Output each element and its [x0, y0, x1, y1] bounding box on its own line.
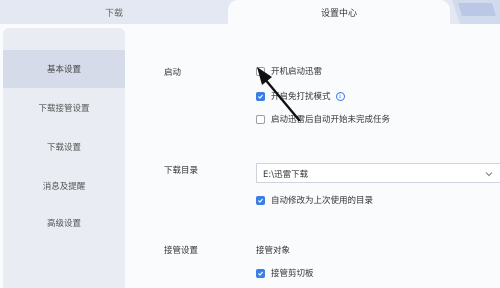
tab-settings[interactable]: 设置中心 — [228, 0, 450, 24]
option-label: 开启免打扰模式 — [271, 92, 331, 102]
tab-decoration — [452, 0, 500, 24]
settings-sidebar: 基本设置 下载接管设置 下载设置 消息及提醒 高级设置 — [3, 28, 125, 288]
sidebar-item-advanced[interactable]: 高级设置 — [3, 204, 125, 242]
sidebar-item-download[interactable]: 下载设置 — [3, 128, 125, 166]
chevron-down-icon[interactable] — [484, 169, 494, 179]
download-dir-value: E:\迅雷下载 — [263, 170, 309, 180]
startup-on-boot-option[interactable]: 开机启动迅雷 — [256, 65, 322, 77]
download-dir-label: 下载目录 — [164, 166, 199, 176]
auto-change-dir-option[interactable]: 自动修改为上次使用的目录 — [256, 194, 373, 206]
startup-label: 启动 — [164, 68, 182, 78]
tab-downloads[interactable]: 下载 — [0, 0, 228, 24]
info-icon[interactable]: i — [335, 91, 345, 101]
takeover-clipboard-option[interactable]: 接管剪切板 — [256, 267, 314, 279]
tab-bar: 下载 设置中心 — [0, 0, 500, 24]
checkbox-checked[interactable] — [256, 91, 265, 101]
do-not-disturb-option[interactable]: 开启免打扰模式 i — [256, 90, 345, 102]
check-icon — [258, 94, 264, 99]
auto-resume-option[interactable]: 启动迅雷后自动开始未完成任务 — [256, 113, 390, 125]
option-label: 接管剪切板 — [271, 269, 314, 279]
download-dir-select[interactable]: E:\迅雷下载 — [256, 163, 500, 183]
option-label: 自动修改为上次使用的目录 — [271, 196, 374, 206]
checkbox[interactable] — [256, 66, 265, 76]
sidebar-item-download-takeover[interactable]: 下载接管设置 — [3, 89, 125, 127]
takeover-object-label: 接管对象 — [256, 246, 291, 256]
option-label: 开机启动迅雷 — [271, 67, 323, 77]
checkbox[interactable] — [256, 114, 265, 124]
option-label: 启动迅雷后自动开始未完成任务 — [271, 115, 391, 125]
takeover-label: 接管设置 — [164, 246, 199, 256]
checkbox-checked[interactable] — [256, 268, 265, 278]
checkbox-checked[interactable] — [256, 195, 265, 205]
sidebar-item-messages[interactable]: 消息及提醒 — [3, 167, 125, 205]
sidebar-item-basic[interactable]: 基本设置 — [3, 50, 125, 88]
check-icon — [258, 198, 264, 203]
check-icon — [258, 271, 264, 276]
